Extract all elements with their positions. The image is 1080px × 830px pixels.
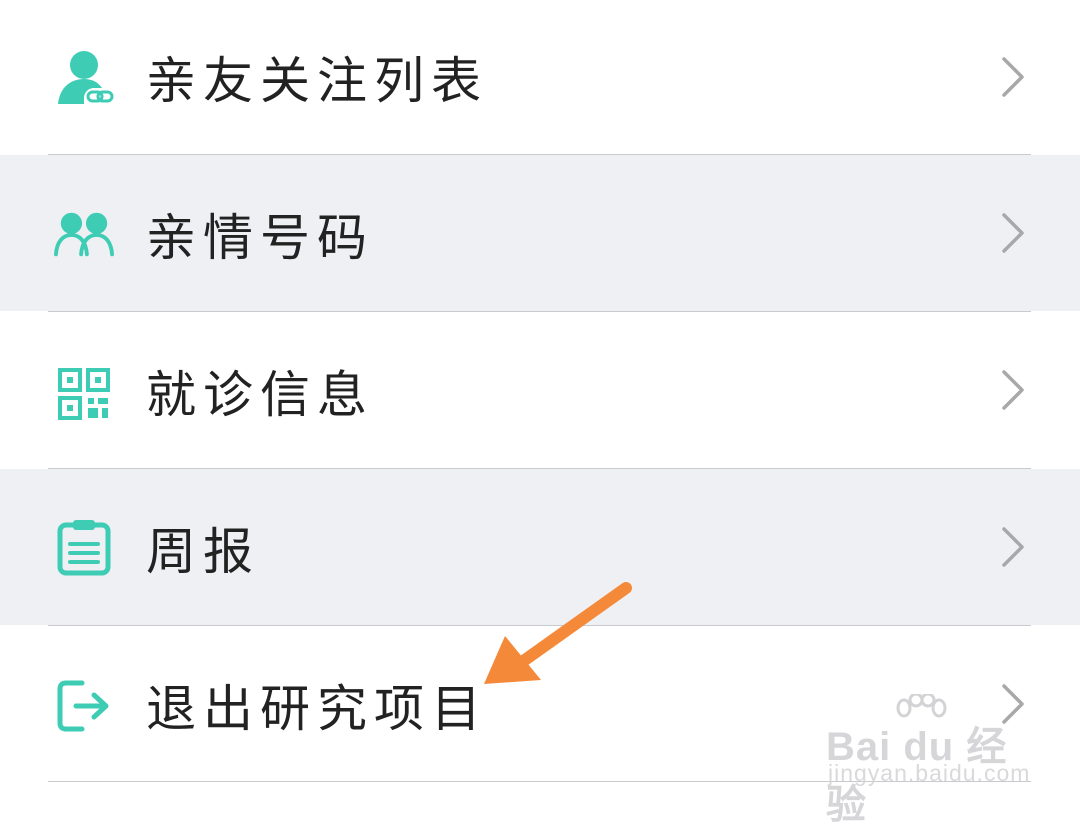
annotation-arrow-icon: [484, 582, 632, 684]
baidu-watermark: Bai du 经验 jingyan.baidu.com: [826, 694, 1029, 827]
watermark-url: jingyan.baidu.com: [828, 760, 1031, 786]
